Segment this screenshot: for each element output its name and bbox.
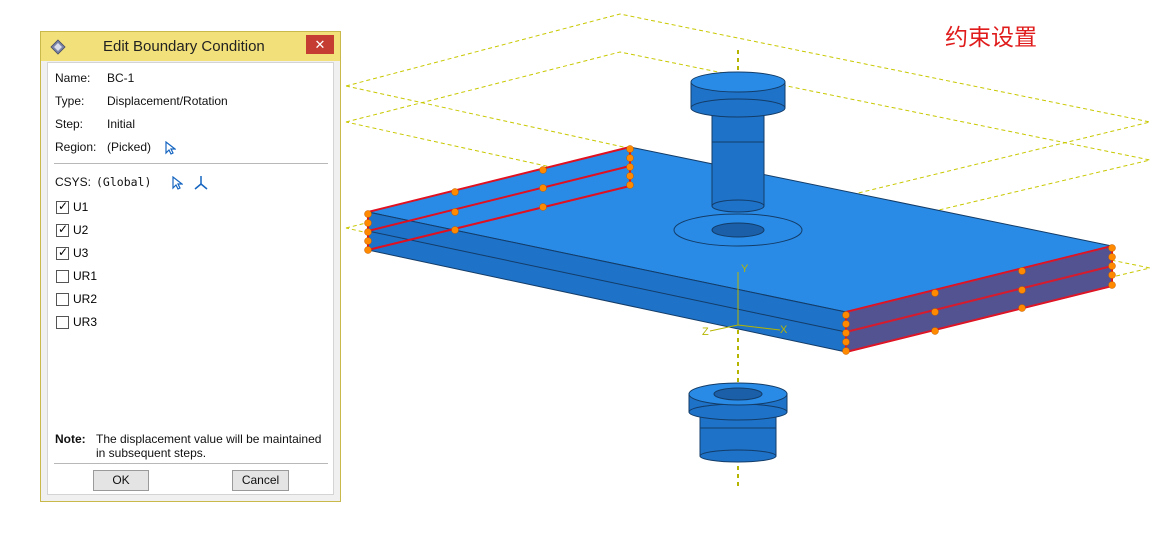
u2-label: U2 — [73, 223, 89, 237]
edit-region-arrow-icon[interactable] — [164, 141, 176, 155]
dialog-content: Name: BC-1 Type: Displacement/Rotation S… — [47, 62, 334, 495]
field-step-value: Initial — [107, 117, 136, 131]
u2-checkbox-box[interactable]: ✓ — [56, 222, 69, 237]
dialog-title: Edit Boundary Condition — [103, 38, 265, 55]
u3-label: U3 — [73, 246, 89, 260]
checkmark-icon: ✓ — [58, 199, 69, 213]
close-button[interactable]: ✕ — [306, 35, 334, 54]
lower-nut-part[interactable] — [688, 382, 788, 463]
divider — [54, 463, 328, 464]
u3-checkbox-box[interactable]: ✓ — [56, 245, 69, 260]
csys-value: (Global) — [96, 175, 152, 189]
ur2-label: UR2 — [73, 292, 98, 306]
checkmark-icon: ✓ — [58, 222, 69, 236]
edit-boundary-condition-dialog: Edit Boundary Condition ✕ Name: BC-1 Typ… — [40, 31, 341, 502]
axis-label-y: Y — [741, 263, 749, 275]
pick-csys-arrow-icon[interactable] — [171, 176, 183, 190]
dialog-titlebar[interactable]: Edit Boundary Condition ✕ — [41, 32, 340, 61]
note-text: The displacement value will be maintaine… — [96, 432, 322, 460]
create-csys-triad-icon[interactable] — [193, 175, 209, 191]
cancel-button[interactable]: Cancel — [232, 470, 289, 491]
ur1-checkbox-box[interactable] — [56, 270, 69, 283]
field-type-value: Displacement/Rotation — [107, 94, 228, 108]
ur3-checkbox-box[interactable] — [56, 316, 69, 329]
u1-checkbox-box[interactable]: ✓ — [56, 199, 69, 214]
axis-label-z: Z — [702, 326, 709, 338]
ok-button[interactable]: OK — [93, 470, 149, 491]
ur2-checkbox-box[interactable] — [56, 293, 69, 306]
divider — [54, 163, 328, 164]
field-region-label: Region: — [55, 140, 97, 154]
checkmark-icon: ✓ — [58, 245, 69, 259]
u1-label: U1 — [73, 200, 89, 214]
field-name-value: BC-1 — [107, 71, 135, 85]
app-logo-icon — [50, 39, 66, 55]
field-step-label: Step: — [55, 117, 84, 131]
caption-text: 约束设置 — [945, 25, 1037, 51]
ur1-label: UR1 — [73, 269, 98, 283]
field-type-label: Type: — [55, 94, 85, 108]
field-name-label: Name: — [55, 71, 91, 85]
field-region-value: (Picked) — [107, 140, 152, 154]
csys-label: CSYS: — [55, 175, 92, 189]
axis-label-x: X — [780, 324, 788, 336]
ur3-label: UR3 — [73, 315, 98, 329]
note-label: Note: — [55, 432, 86, 446]
